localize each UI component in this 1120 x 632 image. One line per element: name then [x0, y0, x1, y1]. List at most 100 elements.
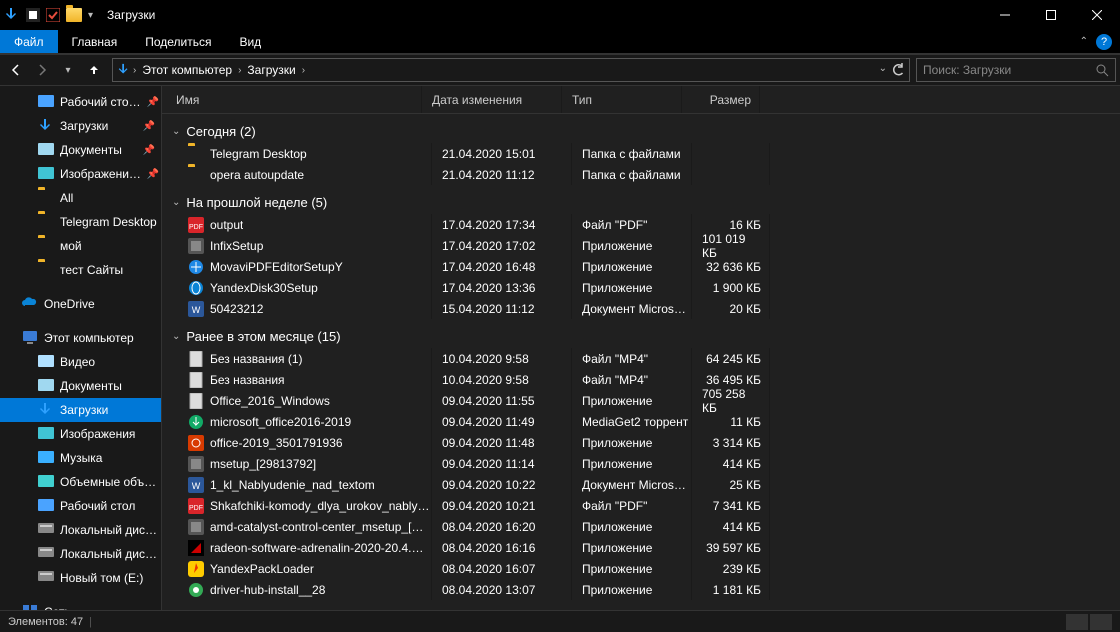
file-size: 705 258 КБ — [692, 390, 770, 411]
statusbar: Элементов: 47 | — [0, 610, 1120, 632]
maximize-button[interactable] — [1028, 0, 1074, 30]
file-row[interactable]: PDFShkafchiki-komody_dlya_urokov_nablyu…… — [172, 495, 1120, 516]
sidebar-item[interactable]: мой — [0, 234, 161, 258]
sidebar-item[interactable]: Загрузки📌 — [0, 114, 161, 138]
sidebar-item[interactable]: тест Сайты — [0, 258, 161, 282]
svg-text:W: W — [192, 305, 201, 315]
back-button[interactable] — [4, 58, 28, 82]
qat-checkbox-icon[interactable] — [46, 8, 60, 22]
file-row[interactable]: YandexPackLoader08.04.2020 16:07Приложен… — [172, 558, 1120, 579]
file-row[interactable]: PDFoutput17.04.2020 17:34Файл "PDF"16 КБ — [172, 214, 1120, 235]
tab-view[interactable]: Вид — [225, 30, 275, 53]
file-name: YandexPackLoader — [210, 562, 314, 576]
sidebar-onedrive[interactable]: OneDrive — [0, 292, 161, 316]
sidebar-item[interactable]: Объемные объ… — [0, 470, 161, 494]
tab-home[interactable]: Главная — [58, 30, 132, 53]
thumbnails-view-button[interactable] — [1090, 614, 1112, 630]
qat-save-icon[interactable] — [26, 8, 40, 22]
sidebar-item[interactable]: Изображения — [0, 422, 161, 446]
file-row[interactable]: microsoft_office2016-201909.04.2020 11:4… — [172, 411, 1120, 432]
file-row[interactable]: W1_kl_Nablyudenie_nad_textom09.04.2020 1… — [172, 474, 1120, 495]
svg-text:PDF: PDF — [189, 224, 203, 231]
sidebar-item[interactable]: Загрузки — [0, 398, 161, 422]
file-date: 08.04.2020 13:07 — [432, 579, 572, 600]
sidebar-item-label: Рабочий сто… — [60, 95, 141, 109]
forward-button[interactable] — [30, 58, 54, 82]
sidebar-item[interactable]: Локальный дис… — [0, 518, 161, 542]
sidebar-item[interactable]: Рабочий стол — [0, 494, 161, 518]
sidebar-item[interactable]: Telegram Desktop — [0, 210, 161, 234]
column-type[interactable]: Тип — [562, 86, 682, 113]
refresh-icon[interactable] — [891, 63, 905, 77]
sidebar-item-label: Изображения — [60, 427, 135, 441]
address-history-icon[interactable]: ⌄ — [879, 63, 887, 77]
file-row[interactable]: Office_2016_Windows09.04.2020 11:55Прило… — [172, 390, 1120, 411]
file-row[interactable]: MovaviPDFEditorSetupY17.04.2020 16:48При… — [172, 256, 1120, 277]
tab-share[interactable]: Поделиться — [131, 30, 225, 53]
file-row[interactable]: YandexDisk30Setup17.04.2020 13:36Приложе… — [172, 277, 1120, 298]
file-size: 3 314 КБ — [692, 432, 770, 453]
file-row[interactable]: InfixSetup17.04.2020 17:02Приложение101 … — [172, 235, 1120, 256]
file-row[interactable]: Без названия (1)10.04.2020 9:58Файл "MP4… — [172, 348, 1120, 369]
file-row[interactable]: amd-catalyst-control-center_msetup_[29…0… — [172, 516, 1120, 537]
file-row[interactable]: driver-hub-install__2808.04.2020 13:07Пр… — [172, 579, 1120, 600]
sidebar-item[interactable]: Изображени…📌 — [0, 162, 161, 186]
sidebar-item-label: тест Сайты — [60, 263, 123, 277]
chevron-right-icon[interactable]: › — [131, 65, 138, 76]
group-header[interactable]: ⌄Ранее в этом месяце (15) — [172, 325, 1120, 348]
column-name[interactable]: Имя — [162, 86, 422, 113]
file-name: driver-hub-install__28 — [210, 583, 325, 597]
sidebar-item[interactable]: Новый том (E:) — [0, 566, 161, 590]
docs-icon — [38, 142, 54, 158]
file-size: 1 900 КБ — [692, 277, 770, 298]
group-header[interactable]: ⌄Сегодня (2) — [172, 120, 1120, 143]
file-row[interactable]: msetup_[29813792]09.04.2020 11:14Приложе… — [172, 453, 1120, 474]
file-row[interactable]: Без названия10.04.2020 9:58Файл "MP4"36 … — [172, 369, 1120, 390]
file-size: 20 КБ — [692, 298, 770, 319]
file-icon — [188, 372, 204, 388]
up-button[interactable] — [82, 58, 106, 82]
qat-folder-icon[interactable] — [66, 8, 82, 22]
group-header[interactable]: ⌄На прошлой неделе (5) — [172, 191, 1120, 214]
help-icon[interactable]: ? — [1096, 34, 1112, 50]
breadcrumb-downloads[interactable]: Загрузки — [243, 63, 299, 77]
file-type: Папка с файлами — [572, 143, 692, 164]
file-row[interactable]: W5042321215.04.2020 11:12Документ Micros… — [172, 298, 1120, 319]
sidebar-item[interactable]: All — [0, 186, 161, 210]
chevron-right-icon[interactable]: › — [236, 65, 243, 76]
ribbon-expand-icon[interactable]: ⌃ — [1080, 36, 1088, 47]
qat-dropdown-icon[interactable]: ▾ — [88, 10, 93, 21]
minimize-button[interactable] — [982, 0, 1028, 30]
sidebar-network[interactable]: Сеть — [0, 600, 161, 610]
search-input[interactable]: Поиск: Загрузки — [916, 58, 1116, 82]
file-size: 414 КБ — [692, 453, 770, 474]
sidebar-item[interactable]: Документы — [0, 374, 161, 398]
sidebar-item[interactable]: Локальный дис… — [0, 542, 161, 566]
chevron-right-icon[interactable]: › — [300, 65, 307, 76]
close-button[interactable] — [1074, 0, 1120, 30]
file-date: 09.04.2020 11:14 — [432, 453, 572, 474]
recent-locations-button[interactable]: ▾ — [56, 58, 80, 82]
column-date[interactable]: Дата изменения — [422, 86, 562, 113]
file-row[interactable]: office-2019_350179193609.04.2020 11:48Пр… — [172, 432, 1120, 453]
file-row[interactable]: radeon-software-adrenalin-2020-20.4.1-…0… — [172, 537, 1120, 558]
sidebar-item[interactable]: Видео — [0, 350, 161, 374]
file-row[interactable]: Telegram Desktop21.04.2020 15:01Папка с … — [172, 143, 1120, 164]
sidebar-item-label: Документы — [60, 143, 122, 157]
column-size[interactable]: Размер — [682, 86, 760, 113]
details-view-button[interactable] — [1066, 614, 1088, 630]
sidebar-item[interactable]: Музыка — [0, 446, 161, 470]
sidebar-item[interactable]: Документы📌 — [0, 138, 161, 162]
breadcrumb-thispc[interactable]: Этот компьютер — [138, 63, 236, 77]
sidebar-thispc[interactable]: Этот компьютер — [0, 326, 161, 350]
tab-file[interactable]: Файл — [0, 30, 58, 53]
word-icon: W — [188, 301, 204, 317]
exe-icon — [188, 456, 204, 472]
file-date: 10.04.2020 9:58 — [432, 369, 572, 390]
address-bar[interactable]: › Этот компьютер › Загрузки › ⌄ — [112, 58, 910, 82]
file-type: Файл "MP4" — [572, 348, 692, 369]
file-row[interactable]: opera autoupdate21.04.2020 11:12Папка с … — [172, 164, 1120, 185]
sidebar-item[interactable]: Рабочий сто…📌 — [0, 90, 161, 114]
file-type: Приложение — [572, 558, 692, 579]
file-name: office-2019_3501791936 — [210, 436, 343, 450]
